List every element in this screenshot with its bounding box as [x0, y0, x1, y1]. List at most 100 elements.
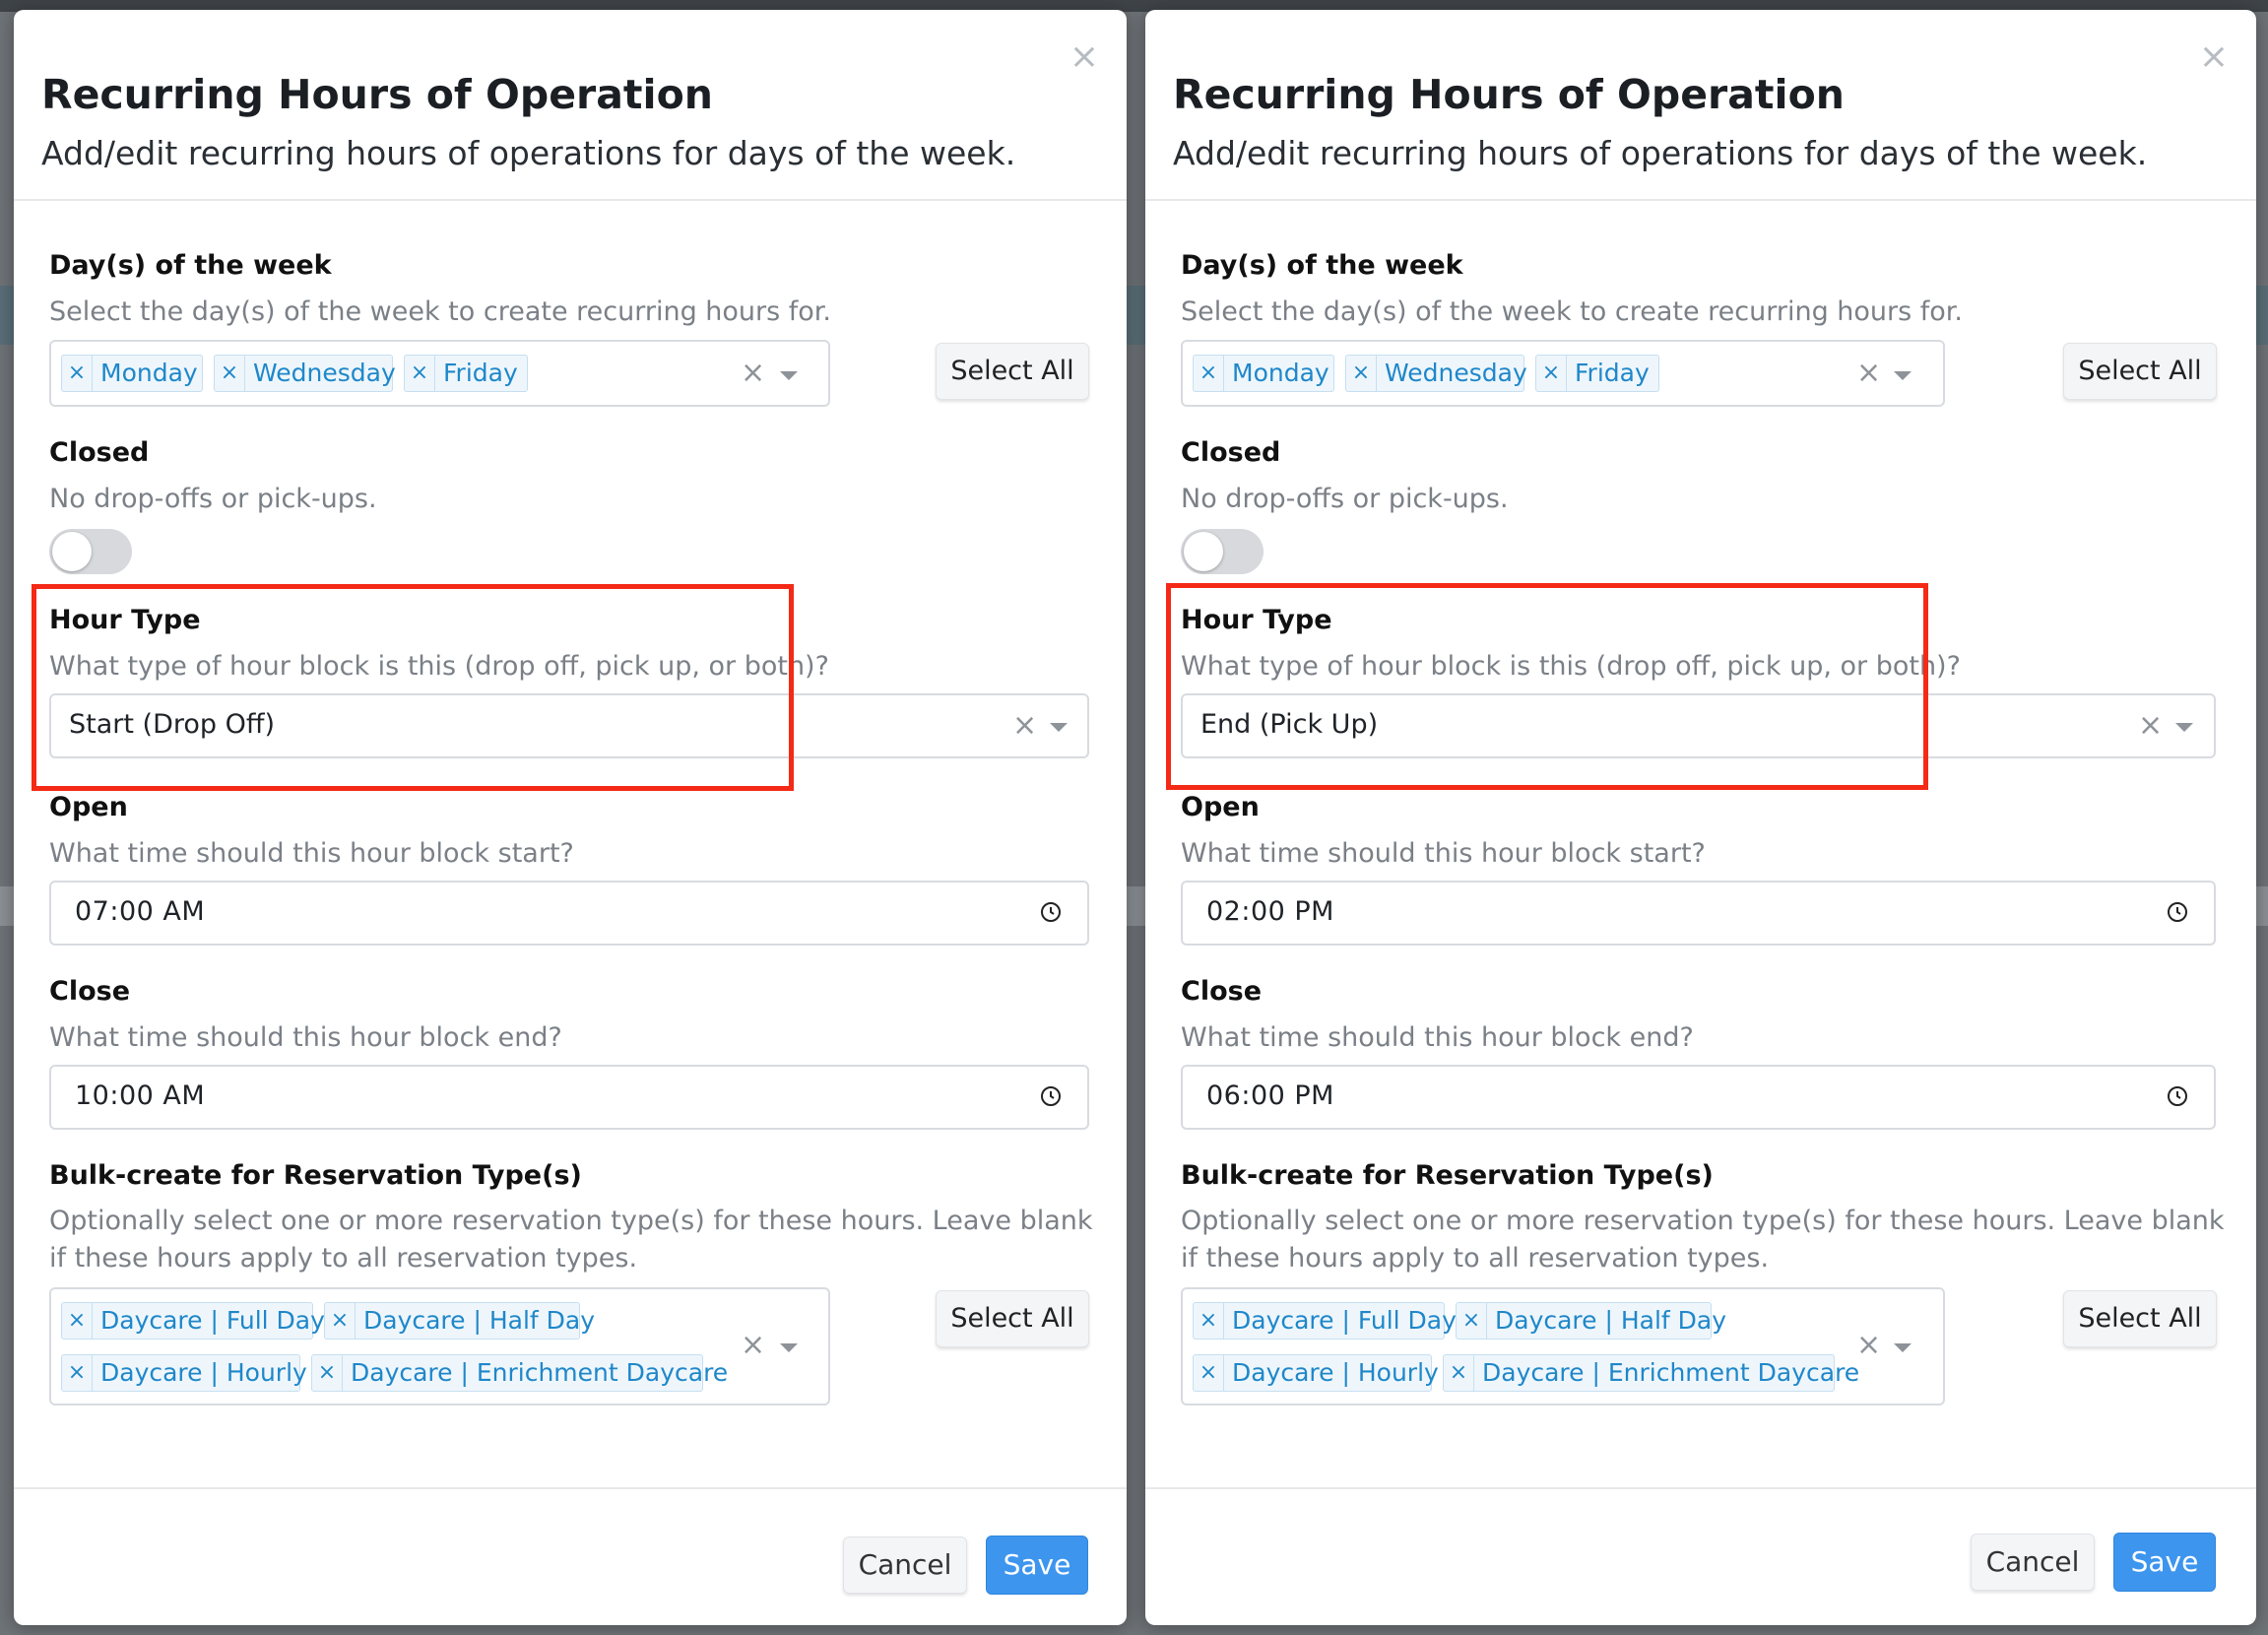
bulk-help: Optionally select one or more reservatio… [49, 1206, 1093, 1274]
reservation-type-tag-label: Daycare | Half Day [1495, 1306, 1727, 1335]
day-tag: × Wednesday [1345, 355, 1527, 392]
close-label: Close [1181, 976, 1263, 1007]
clear-selection-icon[interactable]: × [1012, 711, 1037, 741]
open-time-input[interactable]: 07:00 AM [49, 881, 1089, 946]
remove-tag-icon[interactable]: × [62, 356, 93, 391]
remove-tag-icon[interactable]: × [405, 356, 435, 391]
reservation-type-tag-label: Daycare | Full Day [1232, 1306, 1457, 1335]
chevron-down-icon[interactable] [780, 1343, 798, 1352]
close-time-input[interactable]: 06:00 PM [1181, 1065, 2216, 1130]
close-time-input[interactable]: 10:00 AM [49, 1065, 1089, 1130]
open-time-value: 07:00 AM [75, 896, 206, 927]
chevron-down-icon[interactable] [1894, 1343, 1912, 1352]
reservation-type-tag-label: Daycare | Half Day [363, 1306, 596, 1335]
remove-tag-icon[interactable]: × [312, 1355, 343, 1391]
bulk-help: Optionally select one or more reservatio… [1181, 1206, 2225, 1274]
days-select-all-button[interactable]: Select All [936, 343, 1089, 400]
reservation-type-tag-label: Daycare | Enrichment Daycare [1482, 1358, 1860, 1387]
clock-icon[interactable] [2167, 1085, 2188, 1107]
bulk-select-all-button[interactable]: Select All [936, 1290, 1089, 1347]
cancel-button[interactable]: Cancel [1971, 1534, 2095, 1591]
open-time-input[interactable]: 02:00 PM [1181, 881, 2216, 946]
bulk-label: Bulk-create for Reservation Type(s) [1181, 1160, 1714, 1191]
clock-icon[interactable] [1040, 901, 1062, 923]
clear-selection-icon[interactable]: × [1856, 359, 1881, 388]
day-tag-label: Wednesday [1385, 359, 1527, 387]
bulk-select-all-button[interactable]: Select All [2063, 1290, 2217, 1347]
toggle-knob [1184, 532, 1223, 571]
reservation-type-tag-label: Daycare | Hourly [100, 1358, 307, 1387]
closed-toggle[interactable] [49, 529, 132, 574]
clear-selection-icon[interactable]: × [2138, 711, 2163, 741]
day-tag-label: Friday [443, 359, 518, 387]
days-label: Day(s) of the week [1181, 250, 1463, 281]
modal-subtitle: Add/edit recurring hours of operations f… [1173, 134, 2148, 172]
reservation-type-tag: × Daycare | Half Day [324, 1302, 595, 1340]
cancel-button[interactable]: Cancel [843, 1537, 967, 1594]
day-tag: × Monday [61, 355, 203, 392]
save-button[interactable]: Save [2113, 1533, 2216, 1592]
save-button[interactable]: Save [986, 1536, 1088, 1595]
reservation-type-tag-label: Daycare | Enrichment Daycare [351, 1358, 729, 1387]
close-time-value: 06:00 PM [1206, 1080, 1334, 1111]
clear-selection-icon[interactable]: × [741, 359, 765, 388]
day-tag-label: Monday [1232, 359, 1329, 387]
remove-tag-icon[interactable]: × [215, 356, 245, 391]
remove-tag-icon[interactable]: × [1536, 356, 1567, 391]
modal-subtitle: Add/edit recurring hours of operations f… [41, 134, 1016, 172]
closed-toggle[interactable] [1181, 529, 1264, 574]
modal-title: Recurring Hours of Operation [41, 71, 713, 118]
reservation-type-tag: × Daycare | Enrichment Daycare [1443, 1354, 1859, 1392]
reservation-type-tag: × Daycare | Half Day [1456, 1302, 1726, 1340]
remove-tag-icon[interactable]: × [62, 1355, 93, 1391]
bulk-label: Bulk-create for Reservation Type(s) [49, 1160, 582, 1191]
close-icon[interactable]: × [1069, 39, 1099, 75]
remove-tag-icon[interactable]: × [1194, 356, 1224, 391]
remove-tag-icon[interactable]: × [325, 1303, 356, 1339]
clock-icon[interactable] [2167, 901, 2188, 923]
clear-selection-icon[interactable]: × [741, 1331, 765, 1360]
open-time-value: 02:00 PM [1206, 896, 1334, 927]
remove-tag-icon[interactable]: × [1457, 1303, 1487, 1339]
days-select[interactable]: × Monday × Wednesday × Friday × [49, 340, 830, 407]
chevron-down-icon[interactable] [2175, 723, 2193, 732]
modal-footer: Cancel Save [1145, 1487, 2256, 1625]
days-help: Select the day(s) of the week to create … [49, 296, 832, 327]
reservation-type-tag: × Daycare | Enrichment Daycare [311, 1354, 728, 1392]
days-select-all-button[interactable]: Select All [2063, 343, 2217, 400]
day-tag-label: Wednesday [253, 359, 396, 387]
modal-header: × Recurring Hours of Operation Add/edit … [1145, 10, 2256, 201]
remove-tag-icon[interactable]: × [1194, 1355, 1224, 1391]
remove-tag-icon[interactable]: × [1346, 356, 1377, 391]
closed-help: No drop-offs or pick-ups. [49, 484, 377, 514]
reservation-types-select[interactable]: × Daycare | Full Day × Daycare | Half Da… [1181, 1287, 1945, 1406]
day-tag: × Monday [1193, 355, 1334, 392]
reservation-type-tag: × Daycare | Full Day [1193, 1302, 1457, 1340]
clear-selection-icon[interactable]: × [1856, 1331, 1881, 1360]
reservation-types-select[interactable]: × Daycare | Full Day × Daycare | Half Da… [49, 1287, 830, 1406]
remove-tag-icon[interactable]: × [1194, 1303, 1224, 1339]
chevron-down-icon[interactable] [1050, 723, 1068, 732]
close-time-value: 10:00 AM [75, 1080, 206, 1111]
chevron-down-icon[interactable] [1894, 371, 1912, 380]
annotation-highlight-box [32, 584, 794, 791]
toggle-knob [52, 532, 92, 571]
day-tag-label: Monday [100, 359, 198, 387]
close-icon[interactable]: × [2199, 39, 2229, 75]
chevron-down-icon[interactable] [780, 371, 798, 380]
day-tag-label: Friday [1575, 359, 1650, 387]
remove-tag-icon[interactable]: × [62, 1303, 93, 1339]
reservation-type-tag: × Daycare | Full Day [61, 1302, 325, 1340]
recurring-hours-modal-left: × Recurring Hours of Operation Add/edit … [14, 10, 1127, 1625]
closed-label: Closed [49, 437, 150, 468]
days-help: Select the day(s) of the week to create … [1181, 296, 1964, 327]
close-help: What time should this hour block end? [49, 1022, 562, 1053]
modal-header: × Recurring Hours of Operation Add/edit … [14, 10, 1127, 201]
clock-icon[interactable] [1040, 1085, 1062, 1107]
remove-tag-icon[interactable]: × [1444, 1355, 1474, 1391]
reservation-type-tag-label: Daycare | Full Day [100, 1306, 325, 1335]
closed-label: Closed [1181, 437, 1281, 468]
days-select[interactable]: × Monday × Wednesday × Friday × [1181, 340, 1945, 407]
annotation-highlight-box [1166, 583, 1928, 790]
reservation-type-tag: × Daycare | Hourly [61, 1354, 307, 1392]
